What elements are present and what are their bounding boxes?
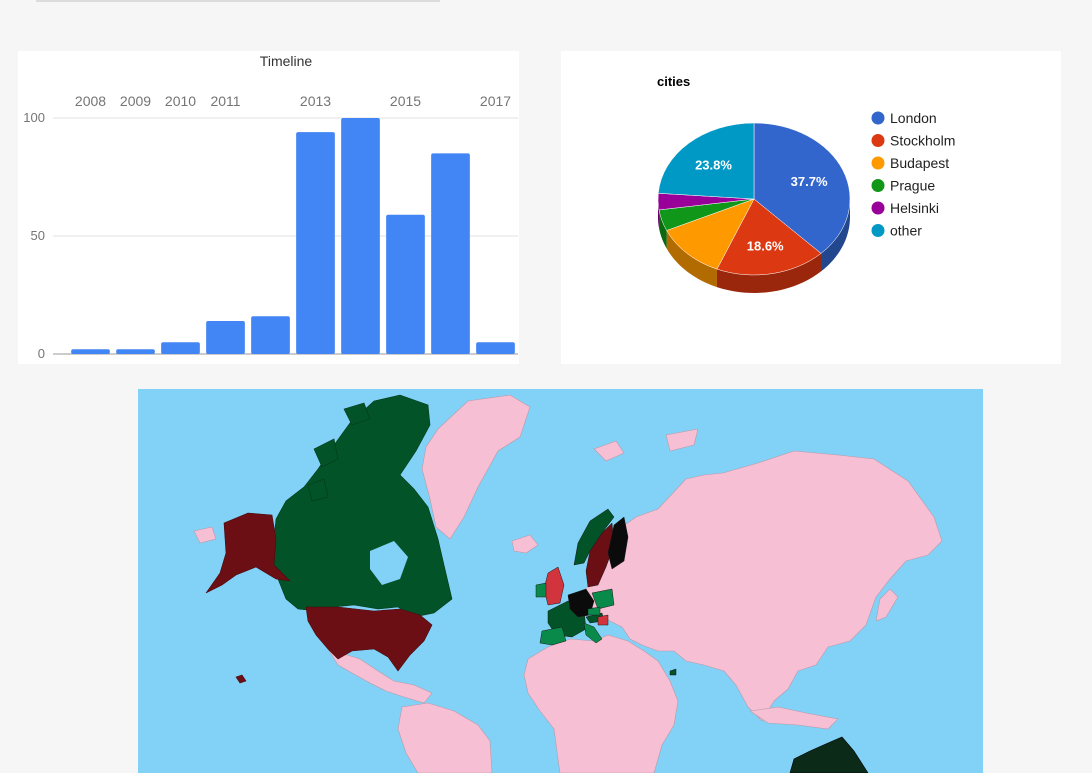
alaska-islands-shape[interactable] [193, 526, 217, 544]
legend-swatch [871, 111, 885, 125]
cities-title: cities [657, 74, 690, 89]
timeline-x-tick-label: 2009 [120, 93, 151, 109]
timeline-y-tick-label: 0 [38, 346, 45, 361]
legend-item-london[interactable]: London [890, 110, 937, 126]
pie-data-label: 37.7% [791, 174, 828, 189]
timeline-bar[interactable] [116, 349, 155, 354]
legend-item-budapest[interactable]: Budapest [890, 155, 949, 171]
timeline-y-tick-label: 100 [23, 110, 45, 125]
legend-swatch [871, 134, 885, 147]
italy-shape[interactable] [583, 622, 603, 644]
usa-shape[interactable] [305, 606, 433, 672]
south-america-shape[interactable] [397, 702, 493, 773]
cities-chart: cities 37.7% 18.6% 23.8% London Stockholm Bu… [657, 74, 955, 293]
legend-item-stockholm[interactable]: Stockholm [890, 133, 955, 149]
legend-item-prague[interactable]: Prague [890, 178, 935, 194]
world-map-svg [193, 394, 943, 773]
japan-shape[interactable] [875, 588, 899, 622]
timeline-x-tick-label: 2017 [480, 93, 511, 109]
legend-item-helsinki[interactable]: Helsinki [890, 200, 939, 216]
top-divider [36, 0, 440, 2]
canada-shape[interactable] [271, 394, 453, 618]
hungary-shape[interactable] [597, 614, 609, 626]
legend-swatch [871, 224, 885, 237]
pie-data-label: 23.8% [695, 157, 732, 172]
africa-shape[interactable] [523, 634, 679, 773]
timeline-x-tick-label: 2015 [390, 93, 421, 109]
timeline-x-tick-label: 2008 [75, 93, 106, 109]
timeline-bar[interactable] [296, 132, 335, 354]
timeline-bar[interactable] [341, 118, 380, 354]
timeline-x-tick-label: 2010 [165, 93, 196, 109]
uk-shape[interactable] [543, 566, 565, 606]
svalbard-shape[interactable] [593, 440, 625, 462]
timeline-x-tick-label: 2011 [210, 93, 240, 109]
ireland-shape[interactable] [535, 582, 547, 598]
novaya-zemlya-shape[interactable] [665, 428, 699, 452]
cities-chart-card: cities 37.7% 18.6% 23.8% London Stockholm Bu… [561, 51, 1061, 364]
timeline-bar[interactable] [206, 320, 245, 354]
legend-swatch [871, 156, 885, 170]
timeline-y-tick-label: 50 [31, 228, 45, 243]
timeline-chart: Timeline 0 50 100 2008 2009 2010 2011 2013 2015… [23, 53, 518, 361]
legend-swatch [871, 201, 885, 215]
timeline-bar[interactable] [386, 214, 425, 354]
legend-item-other[interactable]: other [890, 223, 922, 239]
uae-shape[interactable] [669, 668, 677, 676]
timeline-chart-card: Timeline 0 50 100 2008 2009 2010 2011 2013 2015… [18, 51, 519, 364]
timeline-title: Timeline [260, 53, 313, 69]
legend-swatch [871, 179, 885, 192]
spain-shape[interactable] [539, 626, 567, 646]
timeline-bar[interactable] [251, 316, 290, 354]
central-america-shape[interactable] [327, 648, 433, 704]
timeline-bar[interactable] [476, 342, 515, 354]
iceland-shape[interactable] [511, 534, 539, 554]
hawaii-shape[interactable] [235, 674, 247, 684]
timeline-bar[interactable] [71, 349, 110, 354]
greenland-shape[interactable] [421, 394, 531, 540]
australia-shape[interactable] [789, 736, 869, 773]
timeline-bar[interactable] [161, 342, 200, 354]
pie-data-label: 18.6% [747, 238, 784, 253]
indonesia-shape[interactable] [749, 706, 839, 730]
world-map[interactable] [138, 389, 983, 773]
timeline-x-tick-label: 2013 [300, 93, 331, 109]
timeline-bar[interactable] [431, 153, 470, 354]
